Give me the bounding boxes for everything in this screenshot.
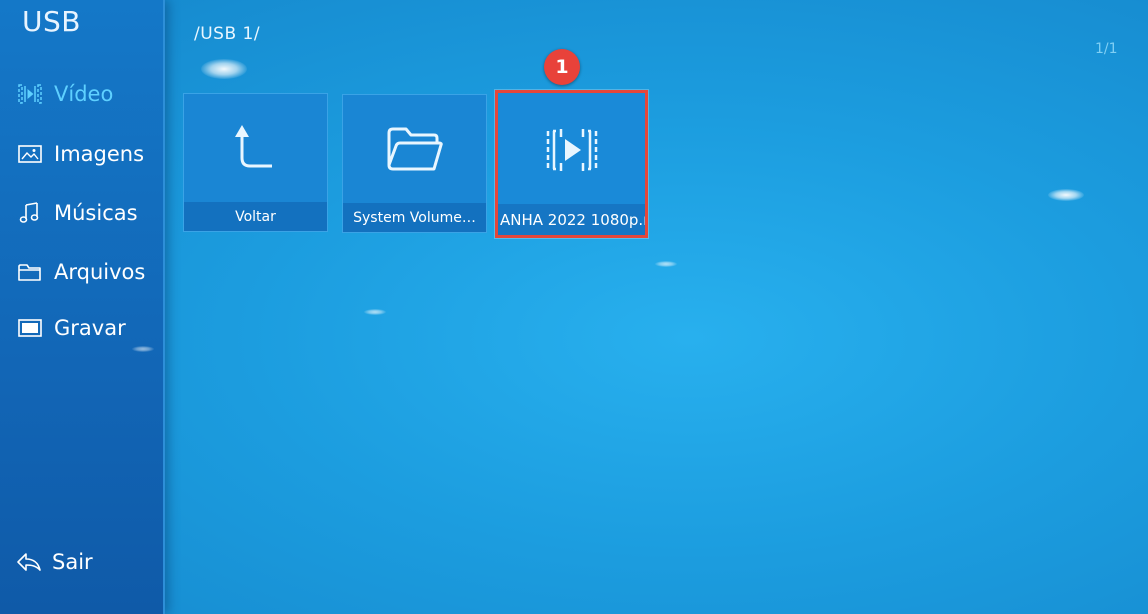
tile-label: System Volume…	[353, 209, 476, 226]
folder-icon	[343, 95, 486, 203]
tile-label: ANHA 2022 1080p.r	[500, 210, 645, 229]
tile-label-bar: Voltar	[184, 202, 327, 231]
screen-glare	[201, 59, 247, 79]
back-tile[interactable]: Voltar	[183, 93, 328, 232]
back-arrow-icon	[16, 550, 42, 574]
annotation-marker: 1	[544, 49, 580, 85]
tv-screen: USB Vídeo Imagens Músicas Arquivos Grava…	[0, 0, 1148, 614]
video-file-tile[interactable]: ANHA 2022 1080p.r	[495, 90, 648, 238]
video-icon	[18, 82, 42, 106]
tile-label: Voltar	[235, 208, 276, 225]
screen-glare	[655, 261, 677, 267]
page-counter: 1/1	[1095, 41, 1118, 57]
sidebar-item-record[interactable]: Gravar	[18, 313, 126, 343]
screen-glare	[364, 309, 386, 315]
sidebar-item-label: Vídeo	[54, 82, 114, 106]
app-title: USB	[22, 5, 81, 38]
breadcrumb: /USB 1/	[194, 24, 261, 44]
music-icon	[18, 201, 42, 225]
sidebar: USB Vídeo Imagens Músicas Arquivos Grava…	[0, 0, 165, 614]
folder-tile[interactable]: System Volume…	[342, 94, 487, 233]
exit-label: Sair	[52, 550, 93, 574]
folder-icon	[18, 260, 42, 284]
return-arrow-icon	[184, 94, 327, 202]
screen-glare	[132, 346, 154, 352]
image-icon	[18, 142, 42, 166]
tile-label-bar: System Volume…	[343, 203, 486, 232]
sidebar-item-music[interactable]: Músicas	[18, 198, 138, 228]
sidebar-item-video[interactable]: Vídeo	[18, 79, 113, 109]
record-icon	[18, 316, 42, 340]
sidebar-item-label: Imagens	[54, 142, 145, 166]
sidebar-item-label: Gravar	[54, 316, 126, 340]
exit-button[interactable]: Sair	[16, 547, 93, 577]
sidebar-item-label: Músicas	[54, 201, 138, 225]
sidebar-item-images[interactable]: Imagens	[18, 139, 144, 169]
sidebar-item-label: Arquivos	[54, 260, 146, 284]
video-file-icon	[498, 93, 645, 207]
tile-label-bar: ANHA 2022 1080p.r	[498, 204, 645, 235]
screen-glare	[1048, 189, 1084, 201]
sidebar-item-files[interactable]: Arquivos	[18, 257, 145, 287]
